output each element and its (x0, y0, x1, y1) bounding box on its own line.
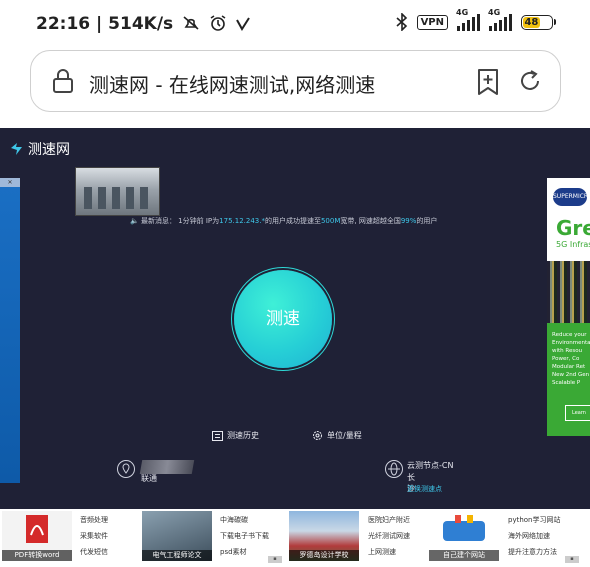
url-text[interactable]: 测速网 - 在线网速测试,网络测速 (89, 69, 469, 98)
speedtest-page: 测速网 🔈 最新消息： 1分钟前 IP为175.12.243.*的用户成功提速至… (0, 128, 590, 567)
ad-label-tag: ▪ (565, 556, 579, 563)
location-pin-icon (117, 460, 135, 478)
ad-links-4: python学习网站 海外网络加速 提升注意力方法 (508, 512, 561, 560)
battery-icon: 48 (521, 14, 556, 30)
signal-icon-1: 4G (456, 8, 480, 31)
battery-level: 48 (523, 16, 540, 28)
ad-link[interactable]: 下载电子书下载 (220, 528, 269, 544)
ad-image-engineer[interactable]: 电气工程师论文 (142, 511, 212, 561)
status-bar: 22:16 | 514K/s VPN 4G 4G 48 (0, 0, 590, 46)
dotcom-icon (443, 515, 485, 541)
ad-link[interactable]: 光纤测试网速 (368, 528, 410, 544)
site-logo[interactable]: 测速网 (10, 139, 70, 159)
speaker-icon: 🔈 (130, 217, 141, 225)
alarm-icon (210, 15, 226, 31)
lightning-logo-icon (11, 143, 22, 155)
ad-headline: Green (556, 216, 590, 240)
ad-image-school[interactable]: 罗德岛设计学校 (289, 511, 359, 561)
history-icon (212, 430, 223, 441)
news-mid: 的用户成功提速至 (264, 217, 321, 225)
clock-time: 22:16 (36, 14, 91, 34)
globe-icon (385, 460, 403, 478)
ad-links-1: 音频处理 采集软件 代发短信 (80, 512, 108, 560)
ad-link[interactable]: 音频处理 (80, 512, 108, 528)
unit-range-label: 单位/量程 (327, 431, 362, 440)
ad-caption-4: 自己建个网站 (429, 550, 499, 561)
ad-close-tag[interactable]: ✕ (0, 178, 20, 187)
node-title: 云测节点-CN (407, 461, 454, 470)
history-label: 测速历史 (227, 431, 259, 440)
left-ad-banner[interactable]: ✕ (0, 178, 20, 483)
ad-label-tag: ▪ (268, 556, 282, 563)
network-type-1: 4G (456, 8, 469, 17)
network-speed: 514K/s (108, 14, 174, 34)
ad-image-pdf[interactable]: PDF转换word (2, 511, 72, 561)
ad-block-4[interactable]: 自己建个网站 python学习网站 海外网络加速 提升注意力方法 ▪ (427, 511, 587, 563)
ad-link[interactable]: 采集软件 (80, 528, 108, 544)
ad-block-3[interactable]: 罗德岛设计学校 医院妇产附近 光纤测试网速 上网测速 (287, 511, 427, 563)
signal-icon-2: 4G (488, 8, 512, 31)
ad-link[interactable]: 中海碳碳 (220, 512, 269, 528)
ad-body-text: Reduce your Environmental with Resou Pow… (552, 332, 590, 386)
ad-image-website[interactable]: 自己建个网站 (429, 511, 499, 561)
ad-brand-logo: SUPERMICRO (553, 188, 590, 206)
v-app-icon (236, 17, 250, 31)
masked-ip (139, 460, 195, 474)
status-time-speed: 22:16 | 514K/s (36, 14, 250, 34)
news-ip: 175.12.243.* (219, 217, 265, 225)
ad-caption-2: 电气工程师论文 (142, 550, 212, 561)
ad-link[interactable]: 代发短信 (80, 544, 108, 560)
history-button[interactable]: 测速历史 (212, 430, 259, 441)
ad-links-2: 中海碳碳 下载电子书下载 psd素材 (220, 512, 269, 560)
ad-link[interactable]: 提升注意力方法 (508, 544, 561, 560)
ad-block-2[interactable]: 电气工程师论文 中海碳碳 下载电子书下载 psd素材 ▪ (140, 511, 285, 563)
ad-links-3: 医院妇产附近 光纤测试网速 上网测速 (368, 512, 410, 560)
ad-block-1[interactable]: PDF转换word 音频处理 采集软件 代发短信 (0, 511, 140, 563)
network-type-2: 4G (488, 8, 501, 17)
ad-learn-button[interactable]: Learn (565, 405, 590, 421)
news-prefix: 最新消息： 1分钟前 IP为 (140, 217, 220, 225)
change-node-link[interactable]: 更换测速点 (407, 484, 442, 494)
bluetooth-icon (396, 13, 407, 31)
ad-link[interactable]: 海外网络加速 (508, 528, 561, 544)
ad-caption-1: PDF转换word (2, 550, 72, 561)
ad-caption-3: 罗德岛设计学校 (289, 550, 359, 561)
ad-link[interactable]: 上网测速 (368, 544, 410, 560)
address-bar[interactable]: 测速网 - 在线网速测试,网络测速 (30, 50, 561, 112)
pdf-icon (26, 515, 48, 543)
bottom-ad-strip: PDF转换word 音频处理 采集软件 代发短信 电气工程师论文 中海碳碳 下载… (0, 509, 590, 567)
isp-name: 联通 (141, 474, 157, 483)
server-room-image[interactable] (75, 167, 160, 216)
vpn-icon: VPN (416, 14, 448, 30)
ad-link[interactable]: psd素材 (220, 544, 269, 560)
ad-link[interactable]: 医院妇产附近 (368, 512, 410, 528)
add-bookmark-icon[interactable] (475, 68, 501, 96)
ad-link[interactable]: python学习网站 (508, 512, 561, 528)
ad-subheadline: 5G Infras (556, 240, 590, 249)
mute-icon (183, 16, 199, 30)
news-percent: 99% (400, 217, 417, 225)
status-icons: VPN 4G 4G 48 (396, 8, 556, 31)
news-mid2: 宽带, 网速超越全国 (340, 217, 401, 225)
news-speed: 500M (320, 217, 341, 225)
ad-body-panel: Reduce your Environmental with Resou Pow… (547, 323, 590, 436)
unit-range-button[interactable]: 单位/量程 (312, 430, 362, 441)
site-name: 测速网 (28, 142, 70, 158)
reload-icon[interactable] (517, 68, 543, 94)
news-suffix: 的用户 (416, 217, 438, 225)
gear-icon (313, 431, 322, 440)
start-speedtest-button[interactable]: 测速 (234, 270, 332, 368)
latest-news: 🔈 最新消息： 1分钟前 IP为175.12.243.*的用户成功提速至500M… (130, 216, 437, 226)
right-ad-banner[interactable]: SUPERMICRO Green 5G Infras Reduce your E… (547, 178, 590, 436)
lock-icon[interactable] (51, 68, 75, 94)
